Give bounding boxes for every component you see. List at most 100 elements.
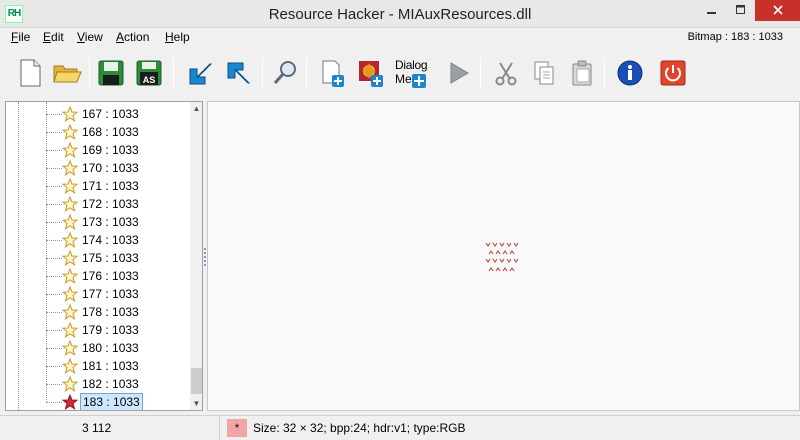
tree-item-label: 179 : 1033 [82, 323, 139, 337]
tree-connector [46, 204, 62, 205]
tree-item-label: 182 : 1033 [82, 377, 139, 391]
tree-connector [46, 132, 62, 133]
tree-item-label: 173 : 1033 [82, 215, 139, 229]
tree-item[interactable]: 182 : 1033 [46, 375, 186, 393]
toolbar-separator [89, 58, 90, 88]
toolbar: AS Dialog Me [0, 48, 800, 98]
tree-item[interactable]: 181 : 1033 [46, 357, 186, 375]
add-blank-resource-button[interactable] [314, 55, 350, 91]
resource-tree[interactable]: 167 : 1033 168 : 1033 169 : 1033 170 : 1033… [5, 101, 203, 411]
dialog-menu-button[interactable]: Dialog Me [392, 55, 432, 91]
tree-item[interactable]: 169 : 1033 [46, 141, 186, 159]
splitter-grip [204, 264, 206, 266]
exit-button[interactable] [655, 55, 691, 91]
find-button[interactable] [267, 55, 303, 91]
star-icon [62, 160, 78, 176]
save-button[interactable] [93, 55, 129, 91]
splitter-grip [204, 260, 206, 262]
tree-connector [46, 258, 62, 259]
tree-item[interactable]: 167 : 1033 [46, 105, 186, 123]
resource-indicator: Bitmap : 183 : 1033 [687, 31, 783, 43]
tree-item[interactable]: 177 : 1033 [46, 285, 186, 303]
star-icon [62, 268, 78, 284]
splitter-grip [204, 256, 206, 258]
tree-item[interactable]: 170 : 1033 [46, 159, 186, 177]
import-button[interactable] [182, 55, 218, 91]
cut-button[interactable] [488, 55, 524, 91]
tree-connector [46, 150, 62, 151]
window-title: Resource Hacker - MIAuxResources.dll [268, 6, 532, 23]
power-icon [660, 60, 686, 86]
compile-button[interactable] [440, 55, 476, 91]
star-icon [62, 178, 78, 194]
tree-item[interactable]: 168 : 1033 [46, 123, 186, 141]
splitter-grip [204, 252, 206, 254]
menu-file[interactable]: File [11, 30, 30, 44]
maximize-button[interactable] [726, 0, 755, 21]
menu-help[interactable]: Help [165, 30, 190, 44]
menu-action[interactable]: Action [116, 30, 149, 44]
tree-connector [46, 114, 62, 115]
tree-item-label: 178 : 1033 [82, 305, 139, 319]
tree-connector [46, 186, 62, 187]
tree-item-label: 168 : 1033 [82, 125, 139, 139]
tree-item[interactable]: 175 : 1033 [46, 249, 186, 267]
paste-button[interactable] [564, 55, 600, 91]
bitmap-info: Size: 32 × 32; bpp:24; hdr:v1; type:RGB [253, 421, 466, 435]
add-image-icon [359, 61, 383, 87]
tree-item-label: 171 : 1033 [82, 179, 139, 193]
star-icon [62, 250, 78, 266]
tree-item[interactable]: 173 : 1033 [46, 213, 186, 231]
close-icon [772, 5, 783, 15]
tree-connector [46, 384, 62, 385]
tree-item[interactable]: 172 : 1033 [46, 195, 186, 213]
star-icon [62, 214, 78, 230]
star-icon [62, 394, 78, 410]
info-icon [617, 60, 643, 86]
toolbar-separator [480, 58, 481, 88]
menu-bar: File Edit View Action Help Bitmap : 183 … [0, 28, 800, 48]
clipboard-icon [572, 60, 592, 86]
save-icon [98, 60, 124, 86]
about-button[interactable] [612, 55, 648, 91]
new-button[interactable] [12, 55, 48, 91]
tree-item[interactable]: 178 : 1033 [46, 303, 186, 321]
tree-item[interactable]: 176 : 1033 [46, 267, 186, 285]
tree-scrollbar[interactable]: ▲ ▼ [190, 102, 202, 410]
minimize-button[interactable] [697, 0, 726, 21]
tree-connector [46, 348, 62, 349]
add-resource-icon [322, 60, 344, 87]
add-image-resource-button[interactable] [353, 55, 389, 91]
dialog-menu-icon: Dialog Me [395, 58, 428, 88]
tree-item[interactable]: 179 : 1033 [46, 321, 186, 339]
tree-connector [46, 330, 62, 331]
scroll-down-arrow-icon[interactable]: ▼ [190, 397, 202, 410]
menu-view[interactable]: View [77, 30, 103, 44]
tree-connector [46, 294, 62, 295]
copy-button[interactable] [526, 55, 562, 91]
tree-item-label: 170 : 1033 [82, 161, 139, 175]
close-button[interactable] [755, 0, 800, 21]
save-as-icon: AS [136, 60, 162, 86]
tree-item[interactable]: 180 : 1033 [46, 339, 186, 357]
menu-edit[interactable]: Edit [43, 30, 64, 44]
star-icon [62, 196, 78, 212]
tree-item[interactable]: 174 : 1033 [46, 231, 186, 249]
toolbar-separator [262, 58, 263, 88]
scroll-thumb[interactable] [191, 368, 202, 394]
play-icon [450, 62, 469, 84]
tree-item[interactable]: 171 : 1033 [46, 177, 186, 195]
tree-item-label: 175 : 1033 [82, 251, 139, 265]
open-button[interactable] [49, 55, 85, 91]
tree-item[interactable]: 183 : 1033 [46, 393, 186, 410]
maximize-icon [735, 5, 745, 14]
tree-connector [46, 366, 62, 367]
svg-text:AS: AS [143, 75, 156, 85]
folder-open-icon [53, 65, 82, 83]
toolbar-separator [604, 58, 605, 88]
minimize-icon [706, 12, 716, 14]
save-as-button[interactable]: AS [131, 55, 167, 91]
export-button[interactable] [220, 55, 256, 91]
scroll-up-arrow-icon[interactable]: ▲ [190, 102, 202, 115]
tree-item-label: 177 : 1033 [82, 287, 139, 301]
